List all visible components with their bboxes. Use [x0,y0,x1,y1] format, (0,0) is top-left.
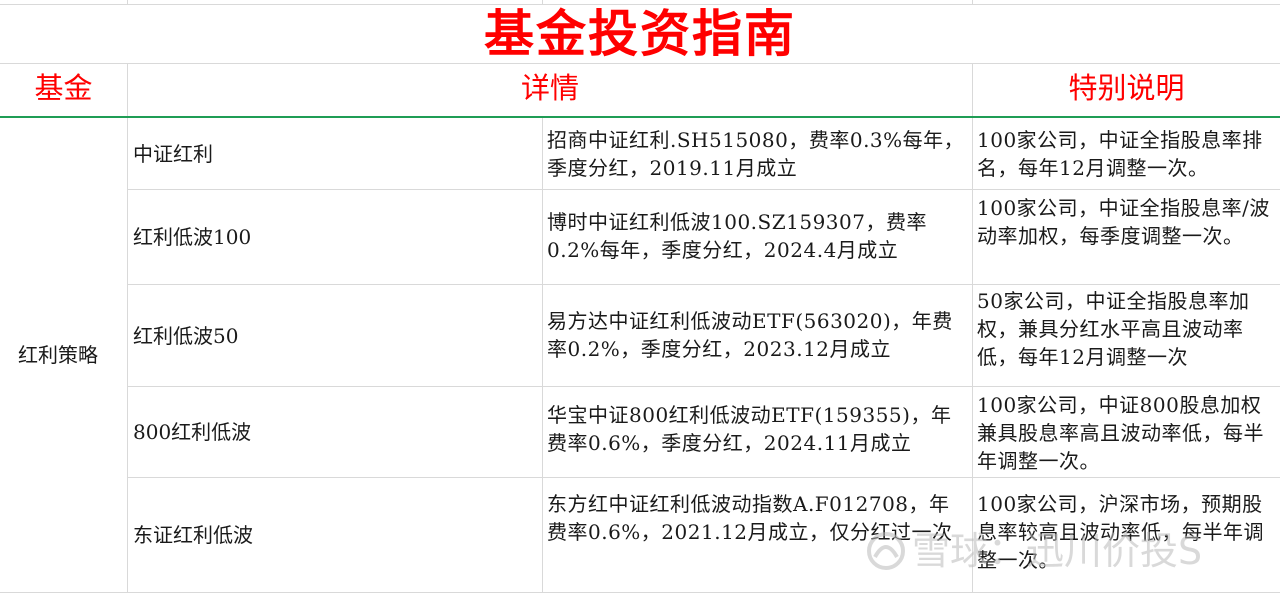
fund-name-cell: 800红利低波 [128,387,543,478]
note-cell: 100家公司，中证800股息加权兼具股息率高且波动率低，每半年调整一次。 [973,387,1280,478]
header-fund: 基金 [0,64,128,116]
detail-cell: 华宝中证800红利低波动ETF(159355)，年费率0.6%，季度分红，202… [543,387,973,478]
page-title: 基金投资指南 [0,5,1280,64]
watermark-text: 雪球：迅川价投S [912,529,1203,573]
detail-cell: 易方达中证红利低波动ETF(563020)，年费率0.2%，季度分红，2023.… [543,285,973,387]
note-cell: 100家公司，中证全指股息率/波动率加权，每季度调整一次。 [973,190,1280,285]
note-cell: 50家公司，中证全指股息率加权，兼具分红水平高且波动率低，每年12月调整一次 [973,285,1280,387]
fund-name-cell: 中证红利 [128,118,543,190]
spreadsheet: 基金投资指南 基金 详情 特别说明 红利策略 中证红利 招商中证红利.SH515… [0,0,1280,593]
snowball-icon [867,532,905,570]
grid-divider [972,0,973,4]
note-cell: 100家公司，中证全指股息率排名，每年12月调整一次。 [973,118,1280,190]
detail-cell: 招商中证红利.SH515080，费率0.3%每年，季度分红，2019.11月成立 [543,118,973,190]
category-cell: 红利策略 [0,118,128,593]
fund-name-cell: 东证红利低波 [128,478,543,593]
watermark: 雪球：迅川价投S [866,521,1256,581]
detail-cell: 博时中证红利低波100.SZ159307，费率0.2%每年，季度分红，2024.… [543,190,973,285]
fund-name-cell: 红利低波50 [128,285,543,387]
fund-name-cell: 红利低波100 [128,190,543,285]
grid-divider [127,0,128,4]
header-detail: 详情 [128,64,973,116]
header-note: 特别说明 [1068,71,1185,105]
